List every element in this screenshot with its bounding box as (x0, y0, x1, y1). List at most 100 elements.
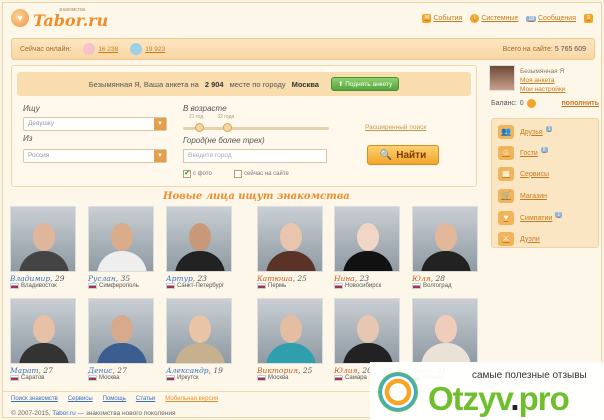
services-icon: ▦ (498, 167, 514, 181)
profile-age: 28 (435, 274, 446, 283)
sidebar-item-guests[interactable]: ☺ Гости 5 (498, 146, 548, 160)
profile-card[interactable]: Юля, 28 Волгоград (412, 206, 478, 289)
profile-name[interactable]: Руслан (88, 274, 116, 283)
checkmark-icon: ✔ (183, 170, 191, 178)
topup-link[interactable]: пополнить (561, 100, 599, 107)
profile-photo[interactable] (10, 206, 76, 272)
profile-city: Владивосток (21, 283, 57, 289)
seek-select[interactable]: Девушку ▼ (23, 117, 167, 131)
messages-link[interactable]: 18 Сообщения (526, 15, 576, 22)
page-frame: ♥ знакомства Tabor.ru ✉ События i Системны… (2, 2, 602, 418)
profile-photo[interactable] (10, 298, 76, 364)
seek-label: Ищу (23, 104, 40, 113)
profile-card[interactable]: Александр, 19 Иркутск (166, 298, 232, 381)
top-nav: ✉ События i Системные 18 Сообщения ≡ (422, 14, 593, 23)
messages-count-badge: 18 (526, 15, 536, 22)
raise-profile-button[interactable]: ⬆ Поднять анкету (330, 77, 400, 91)
profile-name[interactable]: Александр (166, 366, 209, 375)
sidebar-item-services[interactable]: ▦ Сервисы (498, 167, 549, 181)
profile-name[interactable]: Артур (166, 274, 193, 283)
profile-photo[interactable] (166, 206, 232, 272)
sidebar-item-friends[interactable]: 👥 Друзья 1 (498, 125, 553, 139)
profile-name[interactable]: Нина (334, 274, 355, 283)
russia-flag-icon (334, 283, 343, 289)
footer-link-mobile[interactable]: Мобильная версия (165, 396, 218, 402)
logo-title: Tabor.ru (33, 10, 109, 30)
profile-card[interactable]: Виктория, 25 Москва (257, 298, 323, 381)
site-logo[interactable]: ♥ знакомства Tabor.ru (11, 7, 109, 30)
events-link[interactable]: ✉ События (422, 14, 462, 23)
profile-name[interactable]: Денис (88, 366, 113, 375)
profile-name[interactable]: Катюша (257, 274, 293, 283)
sidebar-item-sympathy[interactable]: ♥ Симпатии 1 (498, 211, 563, 225)
footer-link-search[interactable]: Поиск знакомств (11, 396, 58, 402)
shop-icon: 🛒 (498, 189, 514, 203)
profile-name[interactable]: Владимир (10, 274, 50, 283)
online-now-checkbox[interactable]: сейчас на сайте (234, 170, 289, 178)
profile-photo[interactable] (334, 206, 400, 272)
profile-age: 35 (120, 274, 131, 283)
footer-link-help[interactable]: Помощь (103, 396, 126, 402)
info-icon: i (470, 14, 480, 23)
city-label: Город(не более трех) (183, 136, 265, 145)
footer-link-articles[interactable]: Статьи (136, 396, 155, 402)
russia-flag-icon (88, 375, 97, 381)
profile-photo[interactable] (88, 206, 154, 272)
age-slider-track[interactable] (183, 127, 329, 130)
profile-card[interactable]: Денис, 27 Москва (88, 298, 154, 381)
footer-link-services[interactable]: Сервисы (68, 396, 93, 402)
coin-icon (526, 99, 536, 108)
profile-photo[interactable] (257, 206, 323, 272)
envelope-icon: ✉ (422, 14, 432, 23)
russia-flag-icon (166, 375, 175, 381)
watermark: самые полезные отзывы Otzyv.pro (370, 362, 604, 420)
find-button[interactable]: 🔍 Найти (367, 145, 439, 165)
guests-icon: ☺ (498, 146, 514, 160)
profile-card[interactable]: Катюша, 25 Пермь (257, 206, 323, 289)
profile-city: Москва (268, 375, 289, 381)
profile-photo[interactable] (334, 298, 400, 364)
with-photo-checkbox[interactable]: ✔ с фото (183, 170, 212, 178)
avatar[interactable] (489, 65, 515, 91)
sidebar-item-shop[interactable]: 🛒 Магазин (498, 189, 547, 203)
age-min-handle[interactable] (195, 123, 204, 132)
city-input[interactable]: Введите город (183, 149, 327, 163)
profile-card[interactable]: Владимир, 29 Владивосток (10, 206, 76, 289)
profile-photo[interactable] (412, 206, 478, 272)
profile-age: 23 (359, 274, 370, 283)
online-label: Сейчас онлайн: (20, 45, 72, 53)
online-men-link[interactable]: 19 923 (130, 43, 165, 55)
advanced-search-link[interactable]: Расширенный поиск (365, 124, 426, 131)
profile-city: Санкт-Петербург (177, 283, 225, 289)
menu-toggle[interactable]: ≡ (584, 14, 593, 23)
my-profile-link[interactable]: Моя анкета (520, 76, 600, 85)
total-users: Всего на сайте: 5 765 609 (502, 45, 586, 53)
my-settings-link[interactable]: Мои настройки (520, 85, 600, 94)
profile-name[interactable]: Виктория (257, 366, 298, 375)
age-max-handle[interactable] (223, 123, 232, 132)
age-range-values: 21 год 32 года (189, 114, 235, 120)
profile-name[interactable]: Марат (10, 366, 39, 375)
country-select[interactable]: Россия ▼ (23, 149, 167, 163)
profile-card[interactable]: Нина, 23 Новосибирск (334, 206, 400, 289)
profile-age: 27 (117, 366, 127, 375)
profile-city: Новосибирск (345, 283, 382, 289)
sidebar-item-duels[interactable]: ⚔ Дуэли (498, 232, 540, 246)
system-link[interactable]: i Системные (470, 14, 518, 23)
profile-name[interactable]: Юлия (334, 366, 358, 375)
profile-card[interactable]: Марат, 27 Саратов (10, 298, 76, 381)
profile-photo[interactable] (88, 298, 154, 364)
profile-photo[interactable] (257, 298, 323, 364)
profile-card[interactable]: Руслан, 35 Симферополь (88, 206, 154, 289)
profile-photo[interactable] (166, 298, 232, 364)
man-icon (130, 43, 143, 55)
copyright-link[interactable]: Tabor.ru (52, 410, 76, 417)
rank-notice: Безымянная Я, Ваша анкета на 2 904 месте… (17, 72, 471, 96)
profile-photo[interactable] (412, 298, 478, 364)
russia-flag-icon (166, 283, 175, 289)
copyright: © 2007-2015, Tabor.ru — знакомства новог… (11, 410, 176, 417)
profile-city: Волгоград (423, 283, 452, 289)
online-women-link[interactable]: 16 238 (83, 43, 118, 55)
profile-name[interactable]: Юля (412, 274, 431, 283)
profile-card[interactable]: Артур, 23 Санкт-Петербург (166, 206, 232, 289)
